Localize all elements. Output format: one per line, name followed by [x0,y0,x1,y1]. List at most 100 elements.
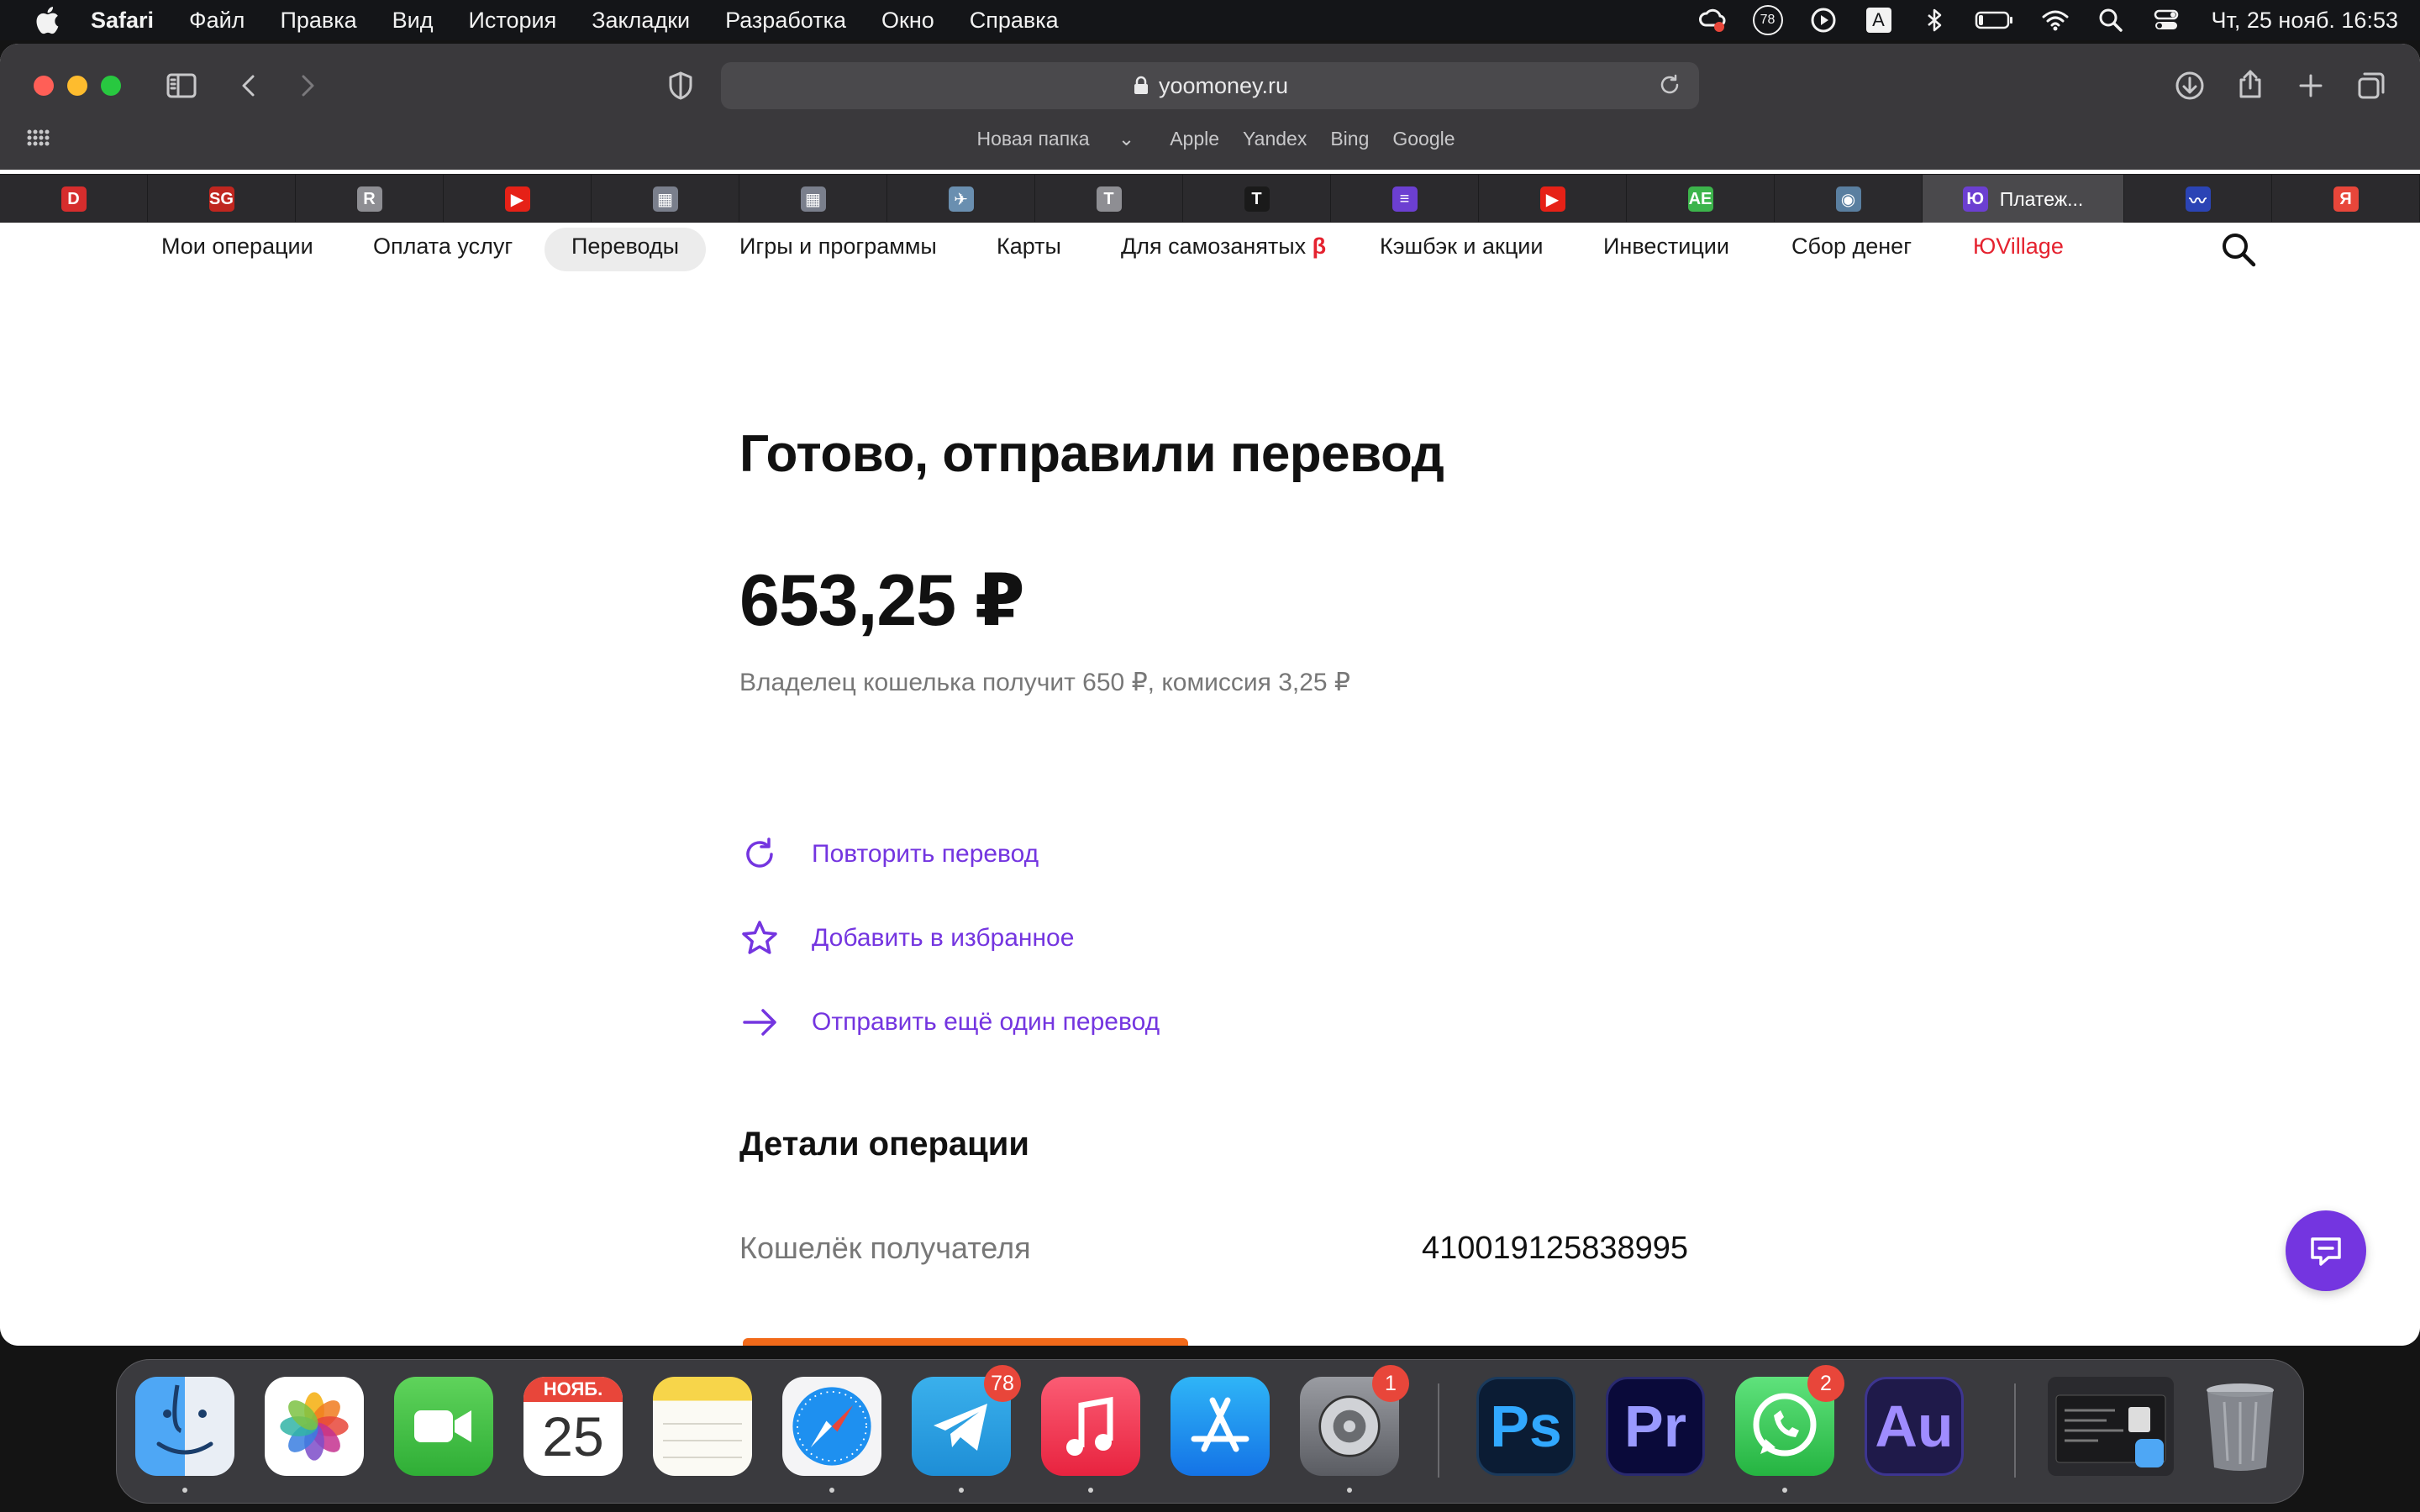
menu-help[interactable]: Справка [970,8,1059,34]
system-preferences-icon[interactable]: 1 [1300,1365,1409,1493]
input-source-icon[interactable]: A [1860,2,1897,39]
telegram-icon[interactable]: 78 [912,1365,1021,1493]
running-indicator [829,1488,834,1493]
audition-icon[interactable]: Au [1865,1377,1964,1476]
nav-games[interactable]: Игры и программы [713,228,964,271]
battery-icon[interactable] [1971,2,2018,39]
tab-favicon-icon: 〰 [2185,186,2211,212]
browser-tab[interactable]: T [1035,175,1183,223]
browser-tab[interactable]: ▶ [1479,175,1627,223]
site-nav: Мои операции Оплата услуг Переводы Игры … [0,223,2420,273]
finder-icon[interactable] [135,1377,234,1493]
nav-cards[interactable]: Карты [970,228,1088,271]
calendar-day: 25 [542,1405,604,1467]
menu-develop[interactable]: Разработка [725,8,846,34]
reload-icon[interactable] [1657,72,1682,97]
browser-tab[interactable]: ≡ [1331,175,1479,223]
zoom-window-button[interactable] [101,76,121,96]
forward-icon[interactable] [287,66,328,106]
bookmark-google[interactable]: Google [1392,128,1455,150]
bookmarks-bar: Новая папка ⌄ Apple Yandex Bing Google [0,118,2420,160]
address-bar[interactable]: yoomoney.ru [721,62,1699,109]
control-center-icon[interactable] [2148,2,2185,39]
tab-favicon-icon: ▦ [800,186,826,212]
browser-tab[interactable]: AE [1627,175,1775,223]
new-tab-icon[interactable] [2291,66,2331,106]
browser-tab[interactable]: ◉ [1775,175,1923,223]
nav-yuvillage[interactable]: ЮVillage [1946,228,2091,271]
share-icon[interactable] [2230,64,2270,104]
music-icon[interactable] [1041,1377,1140,1493]
repeat-transfer-label: Повторить перевод [812,840,1039,868]
bookmark-yandex[interactable]: Yandex [1243,128,1307,150]
spotlight-icon[interactable] [2092,2,2129,39]
notes-icon[interactable] [653,1377,752,1476]
nav-my-operations[interactable]: Мои операции [134,228,340,271]
minimize-window-button[interactable] [67,76,87,96]
orange-button-edge[interactable] [743,1338,1188,1346]
downloads-icon[interactable] [2170,66,2210,106]
premiere-icon[interactable]: Pr [1606,1377,1705,1476]
add-favorite-link[interactable]: Добавить в избранное [739,913,1074,963]
sidebar-toggle-icon[interactable] [161,66,202,106]
whatsapp-icon[interactable]: 2 [1735,1365,1844,1493]
browser-tab[interactable]: R [296,175,444,223]
send-another-link[interactable]: Отправить ещё один перевод [739,997,1160,1047]
browser-tab[interactable]: Я [2272,175,2420,223]
safari-icon[interactable] [782,1377,881,1493]
browser-tab[interactable]: ▦ [592,175,739,223]
bookmark-bing[interactable]: Bing [1330,128,1369,150]
nav-pay-services[interactable]: Оплата услуг [346,228,539,271]
tab-favicon-icon: ◉ [1835,186,1861,212]
browser-tab[interactable]: ▦ [739,175,887,223]
back-icon[interactable] [229,66,269,106]
menu-app-name[interactable]: Safari [91,8,154,34]
menu-file[interactable]: Файл [189,8,245,34]
nav-fundraising[interactable]: Сбор денег [1765,228,1939,271]
play-icon[interactable] [1805,2,1842,39]
menu-edit[interactable]: Правка [280,8,356,34]
creative-cloud-icon[interactable] [1694,2,1731,39]
browser-tab[interactable]: 〰 [2124,175,2272,223]
safari-toolbar: yoomoney.ru Новая папка ⌄ Apple Yandex B… [0,44,2420,170]
running-indicator [182,1488,187,1493]
calendar-icon[interactable]: НОЯБ. 25 [523,1377,623,1476]
apple-menu-icon[interactable] [32,3,66,37]
facetime-icon[interactable] [394,1377,493,1476]
tab-favicon-icon: Я [2333,186,2359,212]
trash-icon[interactable] [2191,1377,2290,1476]
app-store-icon[interactable] [1171,1377,1270,1476]
search-icon[interactable] [2218,229,2259,270]
browser-tab[interactable]: SG [148,175,296,223]
menu-window[interactable]: Окно [881,8,934,34]
wifi-icon[interactable] [2037,2,2074,39]
browser-tab[interactable]: T [1183,175,1331,223]
browser-tab[interactable]: Ю Платеж... [1923,175,2124,223]
bluetooth-icon[interactable] [1916,2,1953,39]
input-source-label: A [1865,8,1891,33]
transfer-amount: 653,25 ₽ [739,560,1025,641]
photoshop-icon[interactable]: Ps [1476,1377,1576,1476]
menu-bookmarks[interactable]: Закладки [592,8,690,34]
repeat-transfer-link[interactable]: Повторить перевод [739,829,1039,879]
photos-icon[interactable] [265,1377,364,1476]
close-window-button[interactable] [34,76,54,96]
browser-tab[interactable]: ✈ [887,175,1035,223]
menu-clock[interactable]: Чт, 25 нояб. 16:53 [2212,8,2399,34]
bookmark-apple[interactable]: Apple [1170,128,1219,150]
support-chat-button[interactable] [2286,1210,2366,1291]
nav-self-employed[interactable]: Для самозанятых β [1094,228,1353,271]
nav-cashback[interactable]: Кэшбэк и акции [1353,228,1570,271]
downloads-stack-icon[interactable] [2048,1377,2174,1476]
menu-view[interactable]: Вид [392,8,434,34]
menu-history[interactable]: История [469,8,557,34]
tab-overview-icon[interactable] [2351,66,2391,106]
notification-count-icon[interactable]: 78 [1749,2,1786,39]
browser-tab[interactable]: D [0,175,148,223]
dock: НОЯБ. 25 78 1 Ps Pr 2 Au [116,1359,2304,1504]
bookmark-folder[interactable]: Новая папка ⌄ [965,128,1146,150]
nav-transfers[interactable]: Переводы [544,228,707,271]
privacy-shield-icon[interactable] [660,66,701,106]
browser-tab[interactable]: ▶ [444,175,592,223]
nav-investments[interactable]: Инвестиции [1576,228,1756,271]
